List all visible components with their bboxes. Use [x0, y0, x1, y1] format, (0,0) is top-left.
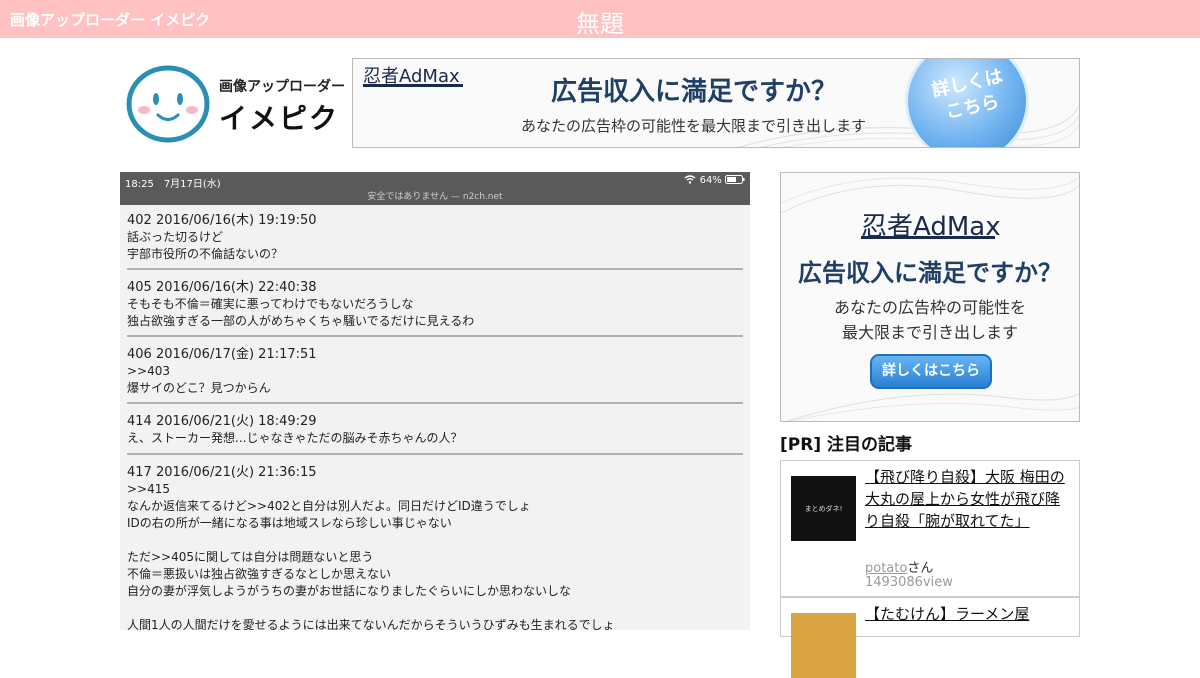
- post-divider: [127, 268, 743, 270]
- pr-article-title-link[interactable]: 【たむけん】ラーメン屋: [865, 603, 1070, 625]
- ad-details-circle-label: 詳しくは こちら: [930, 66, 1005, 124]
- pr-author-link[interactable]: potato: [865, 561, 907, 576]
- post-divider: [127, 335, 743, 337]
- top-bar: 画像アップローダー イメピク 無題: [0, 0, 1200, 38]
- pr-article-title-link[interactable]: 【飛び降り自殺】大阪 梅田の大丸の屋上から女性が飛び降り自殺「腕が取れてた」: [865, 466, 1070, 532]
- post-divider: [127, 453, 743, 455]
- pr-article-thumbnail[interactable]: まとめダネ!: [791, 476, 856, 541]
- smiley-face-icon: [126, 65, 210, 143]
- ad-brand-underline: [363, 84, 463, 87]
- banner-ad-side[interactable]: 忍者AdMax 広告収入に満足ですか？ あなたの広告枠の可能性を 最大限まで引き…: [780, 172, 1080, 422]
- thread-post: 414 2016/06/21(火) 18:49:29 え、ストーカー発想...じ…: [127, 414, 463, 445]
- pr-heading: [PR] 注目の記事: [780, 435, 913, 455]
- ad-headline: 広告収入に満足ですか？: [551, 77, 838, 107]
- image-status-time: 18:25 7月17日(水): [125, 179, 221, 190]
- image-status-battery: 64%: [684, 175, 745, 186]
- image-url-bar: 安全ではありません — n2ch.net: [367, 192, 503, 202]
- logo-subtitle: 画像アップローダー: [219, 79, 345, 95]
- thread-post: 417 2016/06/21(火) 21:36:15 >>415 なんか返信来て…: [127, 465, 615, 630]
- wifi-icon: [684, 175, 696, 184]
- page-title: 無題: [576, 10, 624, 38]
- pr-article-views: 1493086view: [865, 575, 953, 590]
- ad-details-circle-button[interactable]: 詳しくは こちら: [905, 59, 1029, 147]
- thread-post: 405 2016/06/16(木) 22:40:38 そもそも不倫＝確実に悪って…: [127, 280, 475, 328]
- pr-article-thumbnail[interactable]: [791, 613, 856, 678]
- image-status-bar: 18:25 7月17日(水) 64% 安全ではありません — n2ch.net: [120, 172, 750, 205]
- uploaded-image[interactable]: 18:25 7月17日(水) 64% 安全ではありません — n2ch.net …: [120, 172, 750, 630]
- pr-article-card[interactable]: まとめダネ! 【飛び降り自殺】大阪 梅田の大丸の屋上から女性が飛び降り自殺「腕が…: [780, 460, 1080, 597]
- logo-name: イメピク: [219, 102, 340, 135]
- pr-article-card[interactable]: 【たむけん】ラーメン屋: [780, 597, 1080, 678]
- ad-subline: あなたの広告枠の可能性を 最大限まで引き出します: [833, 298, 1026, 342]
- banner-ad-top[interactable]: 忍者AdMax 広告収入に満足ですか？ あなたの広告枠の可能性を最大限まで引き出…: [352, 58, 1080, 148]
- thread-post: 406 2016/06/17(金) 21:17:51 >>403 爆サイのどこ？…: [127, 347, 317, 395]
- site-logo[interactable]: 画像アップローダー イメピク: [125, 63, 345, 145]
- post-divider: [127, 402, 743, 404]
- ad-details-button[interactable]: 詳しくはこちら: [870, 354, 992, 389]
- pr-article-author: potatoさん: [865, 561, 934, 576]
- ad-subline: あなたの広告枠の可能性を最大限まで引き出します: [521, 117, 867, 135]
- thread-post: 402 2016/06/16(木) 19:19:50 話ぶった切るけど 宇部市役…: [127, 213, 317, 261]
- battery-icon: [725, 175, 745, 184]
- ad-headline: 広告収入に満足ですか？: [798, 259, 1062, 287]
- ad-brand-underline: [861, 236, 995, 239]
